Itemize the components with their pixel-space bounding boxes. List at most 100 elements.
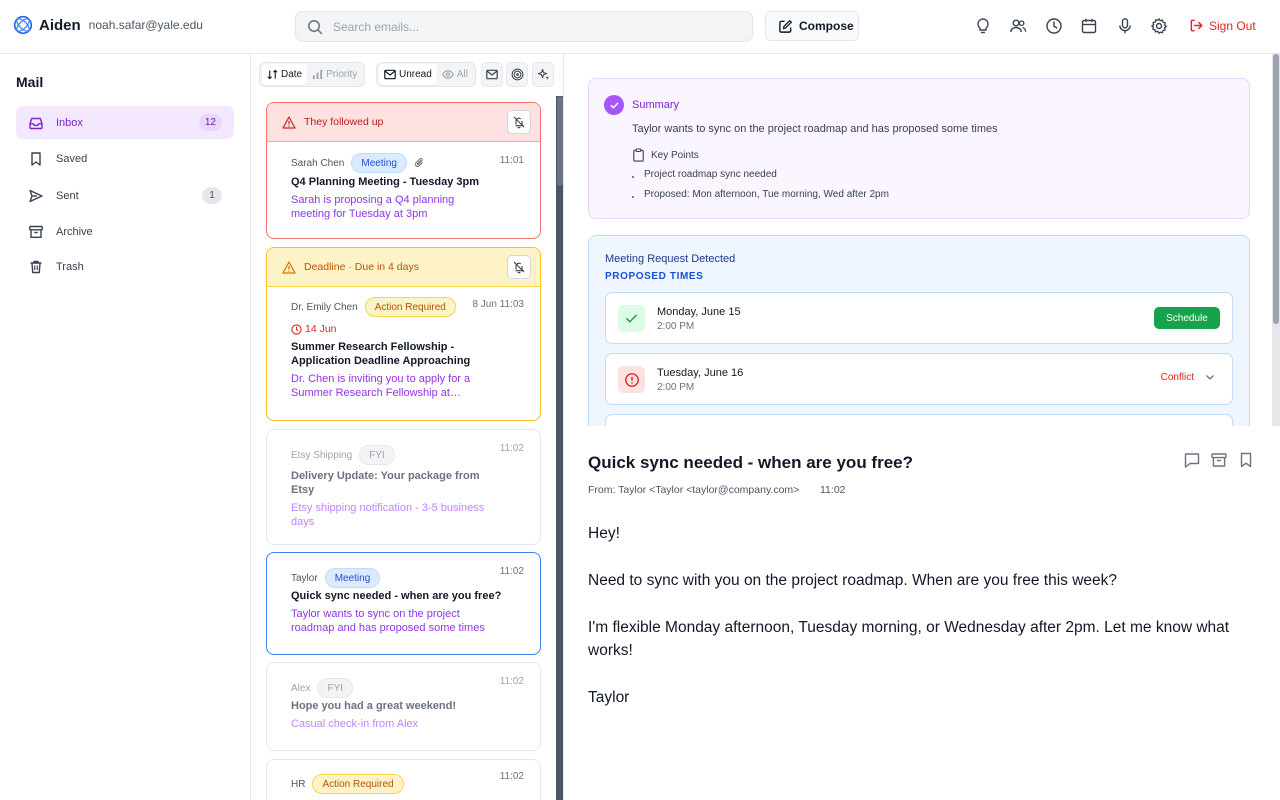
key-point-item: Project roadmap sync needed [632,169,777,180]
pencil-square-icon [778,19,793,34]
fyi-tag: FYI [317,678,354,698]
list-scrollbar-thumb[interactable] [557,96,563,186]
sidebar-item-trash[interactable]: Trash [16,250,234,283]
email-time: 11:02 [499,771,524,782]
mail-filter-button[interactable] [481,62,503,87]
list-scrollbar[interactable] [556,96,563,800]
conflict-toggle[interactable]: Conflict [1161,371,1216,383]
follow-up-alert: They followed up [267,103,540,142]
email-card-hr[interactable]: HR Action Required 11:02 [266,759,541,800]
email-subject: Summer Research Fellowship - Application… [291,341,471,367]
clock-icon [291,323,302,335]
mute-alert-button[interactable] [507,255,531,279]
filter-all-button[interactable]: All [437,64,473,85]
compose-label: Compose [799,19,854,33]
sender-name: Alex [291,682,311,694]
email-preview: Casual check-in from Alex [291,718,419,730]
email-preview: Dr. Chen is inviting you to apply for a … [291,373,471,399]
alert-circle-icon [618,366,645,393]
summary-card: Summary Taylor wants to sync on the proj… [588,78,1250,219]
mute-alert-button[interactable] [507,110,531,134]
sidebar-item-saved[interactable]: Saved [16,142,234,175]
deadline-alert: Deadline · Due in 4 days [267,248,540,287]
sidebar-title: Mail [16,74,44,90]
sort-icon [267,69,278,80]
email-from: From: Taylor <Taylor <taylor@company.com… [588,484,800,496]
sidebar-item-sent[interactable]: Sent 1 [16,179,234,212]
proposed-times-heading: PROPOSED TIMES [605,271,704,282]
slot-day: Monday, June 15 [657,306,741,318]
email-card-alex[interactable]: Alex FYI 11:02 Hope you had a great week… [266,662,541,751]
search-bar[interactable] [295,11,753,42]
time-slot-monday[interactable]: Monday, June 15 2:00 PM Schedule [605,292,1233,344]
slot-time: 2:00 PM [657,382,695,393]
sidebar-item-label: Archive [56,225,93,238]
bell-off-icon [513,116,525,129]
calendar-icon[interactable] [1080,17,1098,35]
sender-name: Dr. Emily Chen [291,301,358,313]
reading-pane: Summary Taylor wants to sync on the proj… [564,54,1280,800]
filter-unread-button[interactable]: Unread [379,64,437,85]
email-list-column: Date Priority Unread All They followed u… [251,54,564,800]
warning-icon [282,115,296,129]
time-slot-tuesday[interactable]: Tuesday, June 16 2:00 PM Conflict [605,353,1233,405]
meeting-tag: Meeting [351,153,407,173]
warning-icon [282,260,296,274]
sign-out-button[interactable]: Sign Out [1189,18,1256,33]
clock-icon[interactable] [1045,17,1063,35]
microphone-icon[interactable] [1116,17,1134,35]
action-required-tag: Action Required [312,774,404,794]
bookmark-icon[interactable] [1237,451,1255,469]
email-view-time: 11:02 [820,484,846,496]
ai-sort-button[interactable] [532,62,554,87]
key-point-item: Proposed: Mon afternoon, Tue morning, We… [632,189,889,200]
insights-scrollbar-thumb[interactable] [1273,54,1279,324]
contacts-icon[interactable] [1009,17,1027,35]
sort-priority-button[interactable]: Priority [307,64,362,85]
summary-title: Summary [632,99,680,111]
sort-date-button[interactable]: Date [262,64,308,85]
gear-icon[interactable] [1150,17,1168,35]
email-body: Hey! Need to sync with you on the projec… [588,522,1268,733]
bullet-dot [632,175,634,178]
email-subject: Hope you had a great weekend! [291,700,457,712]
check-icon [618,305,645,332]
sign-out-label: Sign Out [1209,18,1256,33]
email-card-sarah-chen[interactable]: They followed up Sarah Chen Meeting 11:0… [266,102,541,239]
compose-button[interactable]: Compose [765,11,859,41]
schedule-button[interactable]: Schedule [1154,307,1220,329]
chevron-down-icon [1206,375,1214,380]
list-toolbar: Date Priority Unread All [251,54,563,96]
unread-count-badge: 12 [198,114,222,131]
app-name: Aiden [39,16,81,34]
sidebar-item-inbox[interactable]: Inbox 12 [16,106,234,139]
time-slot-wednesday[interactable] [605,414,1233,426]
sort-date-label: Date [281,69,303,80]
sender-name: Sarah Chen [291,157,345,169]
fyi-tag: FYI [359,445,395,465]
brand[interactable]: Aiden noah.safar@yale.edu [13,15,203,35]
ai-insights-section: Summary Taylor wants to sync on the proj… [564,54,1280,426]
search-input[interactable] [333,19,713,34]
user-email: noah.safar@yale.edu [88,18,203,32]
focus-filter-button[interactable] [506,62,528,87]
slot-time: 2:00 PM [657,321,695,332]
email-card-taylor[interactable]: Taylor Meeting 11:02 Quick sync needed -… [266,552,541,655]
sort-priority-label: Priority [326,69,358,80]
email-time: 11:02 [499,566,524,577]
email-card-emily-chen[interactable]: Deadline · Due in 4 days Dr. Emily Chen … [266,247,541,421]
filter-all-label: All [456,69,468,80]
signal-bars-icon [313,69,323,80]
sidebar-item-archive[interactable]: Archive [16,215,234,248]
check-circle-icon [604,95,624,115]
archive-icon[interactable] [1210,451,1228,469]
lightbulb-icon[interactable] [974,17,992,35]
bullet-dot [632,195,634,198]
comment-icon[interactable] [1183,451,1201,469]
email-time: 8 Jun 11:03 [472,299,524,310]
action-required-tag: Action Required [364,297,456,317]
email-card-etsy-shipping[interactable]: Etsy Shipping FYI 11:02 Delivery Update:… [266,429,541,545]
sort-toggle: Date Priority [259,62,366,87]
due-date-text: 14 Jun [305,323,337,335]
body-paragraph: Hey! [588,525,620,542]
